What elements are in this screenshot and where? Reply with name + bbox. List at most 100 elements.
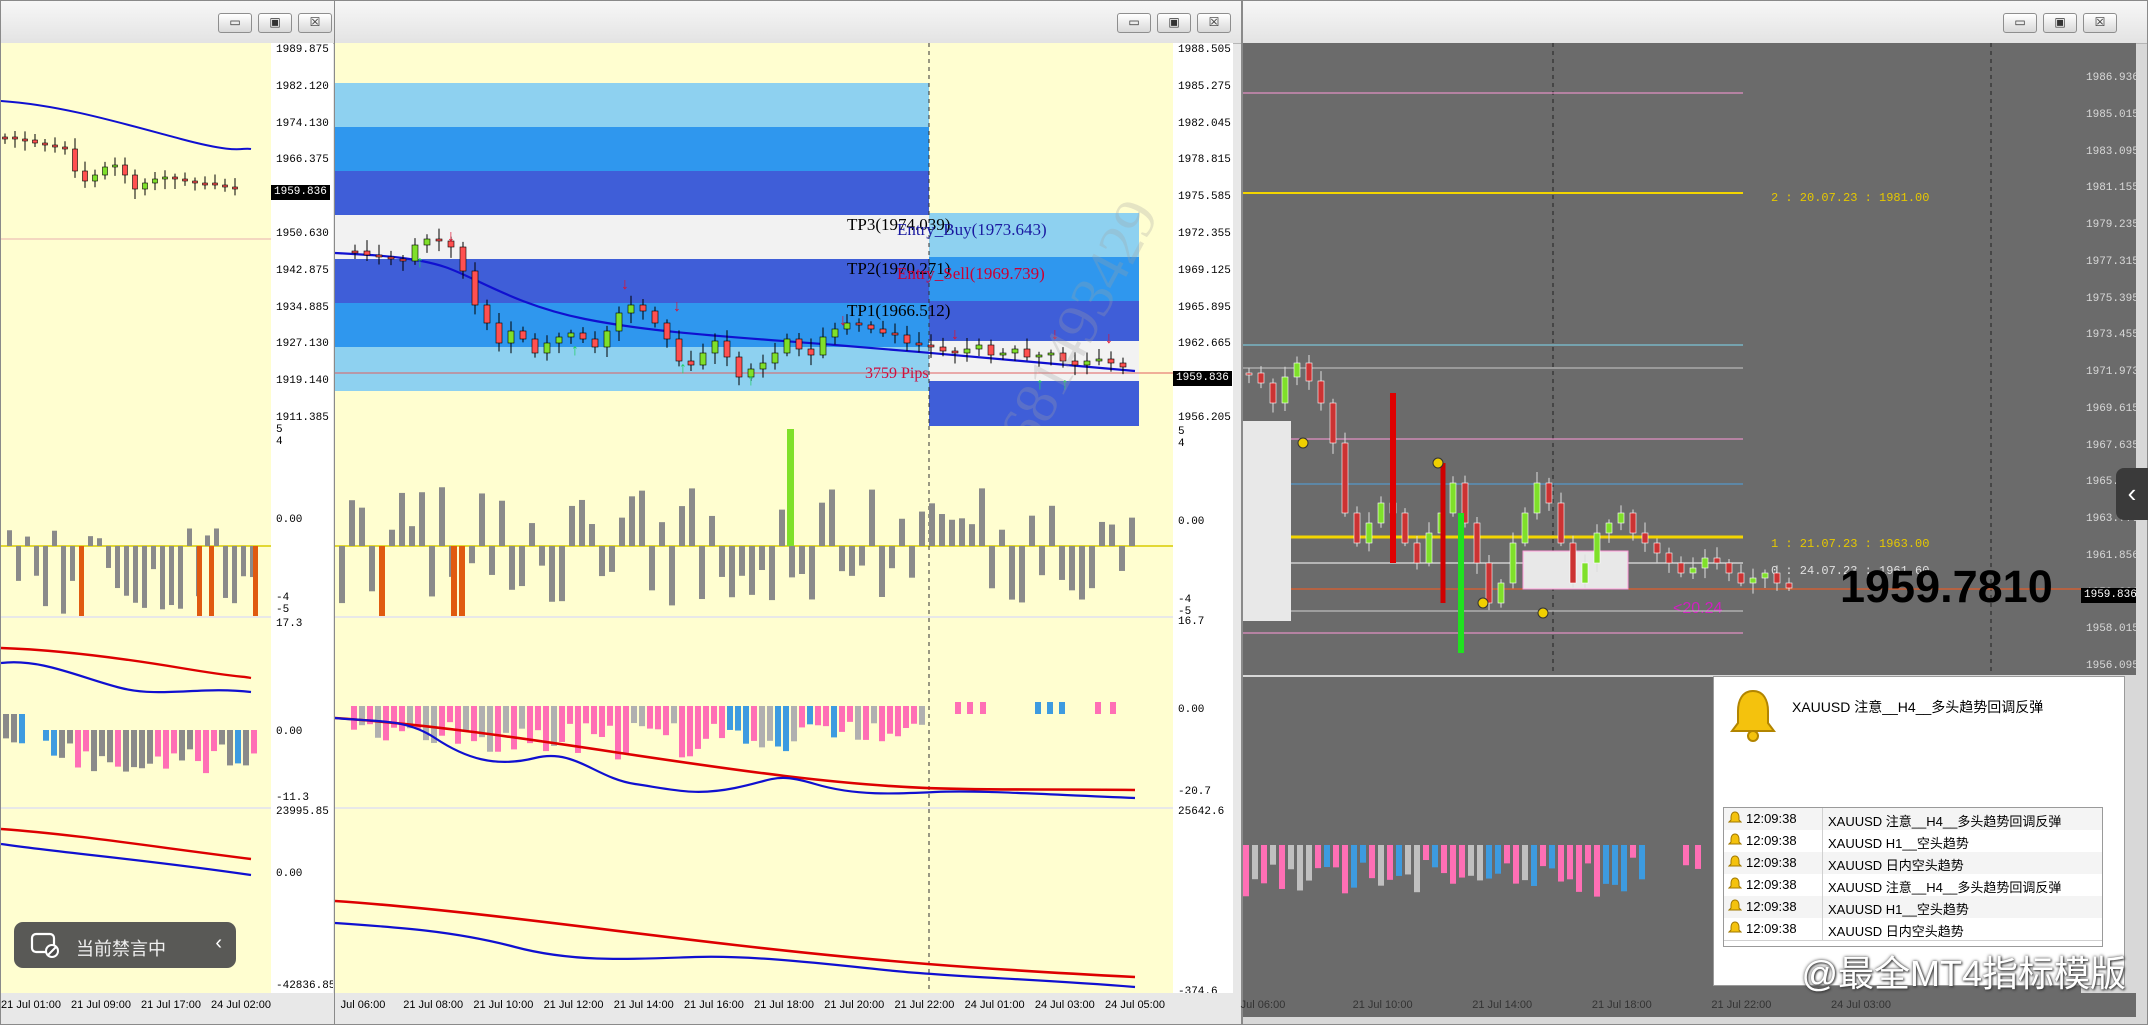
histogram-bar — [607, 706, 613, 726]
current-price-badge: 1959.836 — [271, 185, 330, 200]
middle-indicator2-pane[interactable] — [335, 618, 1173, 807]
histogram-bar — [1567, 845, 1573, 880]
candle-body — [22, 138, 28, 142]
alert-row[interactable]: 12:09:38 XAUUSD H1__空头趋势 — [1724, 896, 2102, 919]
minimize-button[interactable]: ▭ — [218, 13, 252, 33]
candle-body — [483, 304, 491, 324]
alert-time: 12:09:38 — [1746, 833, 1797, 848]
time-label: 24 Jul 02:00 — [211, 999, 271, 1011]
maximize-button[interactable]: ▣ — [2043, 13, 2077, 33]
histogram-bar — [699, 546, 705, 600]
histogram-bar — [1119, 546, 1125, 571]
histogram-bar — [989, 546, 995, 589]
price-axis-label: 1958.015 — [2086, 623, 2136, 636]
alert-row[interactable]: 12:09:38 XAUUSD 日内空头趋势 — [1724, 852, 2102, 875]
minimize-button[interactable]: ▭ — [1117, 13, 1151, 33]
time-label: 21 Jul 09:00 — [71, 999, 131, 1011]
price-axis-label: 1962.665 — [1178, 338, 1231, 351]
maximize-button[interactable]: ▣ — [1157, 13, 1191, 33]
histogram-bar — [147, 730, 153, 764]
alert-row-message: XAUUSD 日内空头趋势 — [1828, 858, 1964, 873]
alert-row[interactable]: 12:09:38 XAUUSD 注意__H4__多头趋势回调反弹 — [1724, 874, 2102, 897]
histogram-bar — [1423, 845, 1429, 861]
alert-row[interactable]: 12:09:38 XAUUSD 注意__H4__多头趋势回调反弹 — [1724, 808, 2102, 831]
histogram-bar — [34, 546, 39, 576]
time-axis-label: Jul 06:00 — [340, 999, 386, 1011]
histogram-bar — [1495, 845, 1501, 874]
candle-body — [1545, 482, 1553, 504]
side-panel-toggle[interactable]: ‹ — [2116, 468, 2148, 520]
level-1-label: 1 : 21.07.23 : 1963.00 — [1771, 537, 1929, 551]
histogram-bar — [1129, 517, 1135, 546]
middle-main-pane[interactable]: ↑ ↑ ↑ ↑ ↑ ↑ ↓ ↓ ↓ ↓ ↓ ↓ ↓ TP3(1974.039) TP2(1970.271) T… — [335, 43, 1173, 426]
histogram-bar — [1252, 845, 1258, 880]
histogram-bar — [339, 546, 345, 604]
histogram-bar — [739, 546, 745, 576]
muted-notice[interactable]: 当前禁言中 ‹ — [14, 922, 236, 968]
price-axis-label: 1977.315 — [2086, 255, 2136, 268]
candle-body — [202, 182, 208, 186]
alert-row[interactable]: 12:09:38 XAUUSD 日内空头趋势 — [1724, 918, 2102, 941]
middle-indicator3-pane[interactable] — [335, 809, 1173, 993]
alert-popup: XAUUSD 注意__H4__多头趋势回调反弹 12:09:38 XAUUSD 注… — [1713, 676, 2125, 986]
close-button[interactable]: ☒ — [298, 13, 332, 33]
price-axis-label: 1979.235 — [2086, 219, 2136, 231]
histogram-bar — [1047, 702, 1053, 714]
pips-label: 3759 Pips — [865, 365, 929, 382]
price-axis-label: 1969.615 — [2086, 402, 2136, 415]
candle-body — [723, 340, 731, 358]
histogram-bar — [847, 706, 853, 722]
pane-background — [1, 618, 271, 807]
close-button[interactable]: ☒ — [1197, 13, 1231, 33]
entry-sell-label: Entry_Sell(1969.739) — [897, 264, 1045, 283]
candle-body — [351, 250, 359, 254]
histogram-bar — [399, 492, 405, 546]
histogram-bar — [1612, 845, 1618, 885]
candle-body — [627, 304, 635, 314]
left-indicator2-pane[interactable] — [1, 618, 271, 807]
histogram-bar — [219, 730, 225, 745]
histogram-bar — [1297, 845, 1303, 891]
alert-row[interactable]: 12:09:38 XAUUSD H1__空头趋势 — [1724, 830, 2102, 853]
middle-indicator1-pane[interactable] — [335, 426, 1173, 616]
alert-time: 12:09:38 — [1746, 855, 1797, 870]
candle-body — [1365, 522, 1373, 544]
minimize-button[interactable]: ▭ — [2003, 13, 2037, 33]
candle-body — [102, 166, 108, 176]
histogram-bar — [205, 535, 210, 546]
histogram-bar — [503, 706, 509, 733]
sell-arrow: ↓ — [621, 276, 629, 293]
histogram-bar — [1414, 845, 1420, 893]
histogram-bar — [1315, 845, 1321, 869]
histogram-bar — [689, 488, 695, 546]
histogram-bar — [1360, 845, 1366, 863]
maximize-button[interactable]: ▣ — [258, 13, 292, 33]
time-axis-label: 21 Jul 22:00 — [1711, 999, 1772, 1011]
left-chart-window: ▭ ▣ ☒ 1989.875 1982.120 1974.130 1966.375 19… — [0, 0, 343, 1025]
pane-background — [335, 809, 1173, 993]
alert-history-list[interactable]: 12:09:38 XAUUSD 注意__H4__多头趋势回调反弹 12:09:38 X… — [1723, 807, 2103, 947]
left-main-pane[interactable] — [1, 43, 271, 426]
histogram-bar — [663, 706, 669, 736]
price-axis-label: 1975.585 — [1178, 191, 1231, 204]
candle-body — [975, 344, 983, 350]
left-indicator1-pane[interactable] — [1, 426, 271, 616]
histogram-bar — [879, 546, 885, 597]
indicator-axis-label: 0.00 — [276, 868, 303, 880]
candle-body — [1107, 358, 1115, 364]
sell-arrow: ↓ — [673, 298, 681, 315]
histogram-bar — [919, 706, 925, 725]
candle-body — [543, 342, 551, 354]
histogram-bar — [1558, 845, 1564, 882]
time-axis-label: 21 Jul 20:00 — [824, 999, 885, 1011]
candle-body — [1245, 372, 1253, 376]
chevron-left-icon[interactable]: ‹ — [215, 932, 222, 955]
price-axis-label: 1966.375 — [276, 154, 329, 167]
time-axis-label: 21 Jul 12:00 — [543, 999, 604, 1011]
close-button[interactable]: ☒ — [2083, 13, 2117, 33]
candle-body — [963, 348, 971, 354]
candle-body — [567, 332, 575, 338]
histogram-bar — [91, 730, 97, 772]
histogram-bar — [1594, 845, 1600, 897]
indicator-axis-label: 0.00 — [1178, 516, 1205, 528]
